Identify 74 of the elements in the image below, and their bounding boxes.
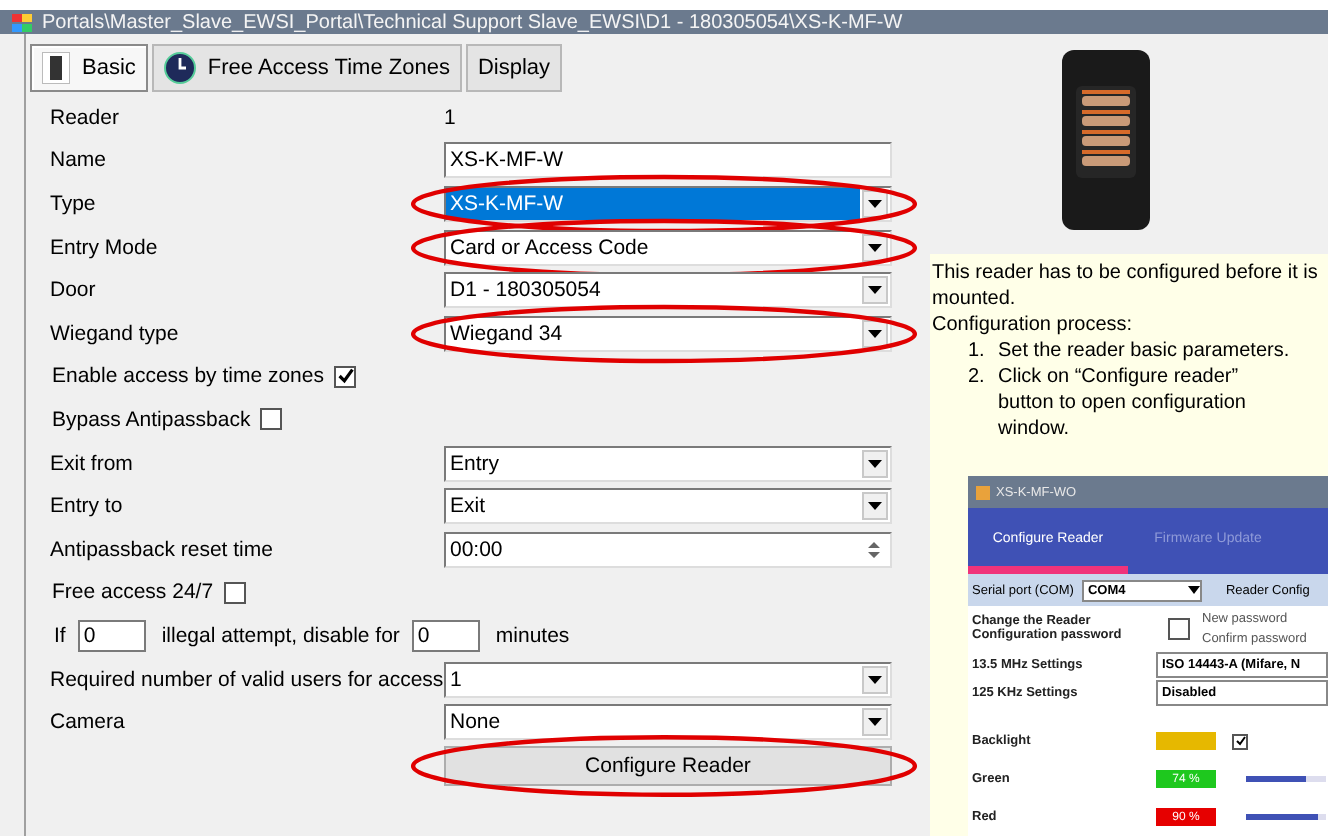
field-label: Entry Mode <box>50 235 160 260</box>
field-label: illegal attempt, disable for <box>161 623 400 648</box>
caret-icon <box>868 718 882 727</box>
dropdown-button[interactable] <box>862 276 888 305</box>
tab[interactable]: Display <box>465 44 563 92</box>
time-field[interactable]: 00:00 <box>444 531 892 568</box>
dropdown-button[interactable] <box>862 449 888 478</box>
clock-icon <box>163 52 196 84</box>
dropdown-field[interactable]: Wiegand 34 <box>444 315 892 352</box>
checkbox-label: Bypass Antipassback <box>52 407 251 432</box>
reader-number: 1 <box>444 105 456 130</box>
dropdown-field[interactable]: None <box>444 704 892 741</box>
field-label: Door <box>50 278 98 303</box>
field-label: minutes <box>495 623 570 648</box>
minutes-field[interactable]: 0 <box>411 619 480 652</box>
step-number: 2. <box>968 364 987 392</box>
field-label: Reader <box>50 105 121 130</box>
field-label: Antipassback reset time <box>50 537 275 562</box>
dropdown-value: Card or Access Code <box>448 233 651 264</box>
spinner-icon[interactable] <box>864 537 884 562</box>
configure-reader-button[interactable]: Configure Reader <box>444 745 892 786</box>
dropdown-field[interactable]: XS-K-MF-W <box>444 185 892 222</box>
dropdown-field[interactable]: Entry <box>444 445 892 482</box>
dropdown-button[interactable] <box>862 708 888 737</box>
tab[interactable]: Free Access Time Zones <box>151 44 462 92</box>
app-icon <box>12 13 32 32</box>
name-field[interactable]: XS-K-MF-W <box>444 142 892 179</box>
field-label: Camera <box>50 710 127 735</box>
checkbox[interactable] <box>260 408 283 431</box>
field-label: Exit from <box>50 451 135 476</box>
dropdown-value: Wiegand 34 <box>448 319 565 350</box>
help-text: This reader has to be configured before it is mounted. <box>932 260 1320 312</box>
dropdown-value: D1 - 180305054 <box>448 276 603 307</box>
checkbox-label: Free access 24/7 <box>52 580 214 605</box>
checkbox[interactable] <box>334 365 356 388</box>
caret-icon <box>868 286 882 295</box>
dropdown-field[interactable]: Card or Access Code <box>444 229 892 266</box>
caret-icon <box>868 502 882 511</box>
caret-icon <box>868 675 882 684</box>
field-label: Required number of valid users for access <box>50 667 444 692</box>
field-label: Type <box>50 191 98 216</box>
dropdown-field[interactable]: D1 - 180305054 <box>444 272 892 309</box>
field-label: If <box>54 623 66 648</box>
dropdown-value: XS-K-MF-W <box>446 187 860 220</box>
card-reader-icon <box>42 52 70 84</box>
caret-icon <box>868 243 882 252</box>
dropdown-button[interactable] <box>862 665 888 694</box>
tab[interactable]: Basic <box>30 44 148 92</box>
window-title: Portals\Master_Slave_EWSI_Portal\Technical Support Slave_EWSI\D1 - 180305054\XS-K-MF-W <box>42 11 903 34</box>
step-text: Set the reader basic parameters. <box>998 338 1292 364</box>
field-label: Name <box>50 148 109 173</box>
checkbox-label: Enable access by time zones <box>52 364 324 389</box>
caret-icon <box>868 459 882 468</box>
app-icon <box>976 485 990 499</box>
field-label: Wiegand type <box>50 321 181 346</box>
step-text: Click on “Configure reader” button to open configuration window. <box>998 364 1248 442</box>
dropdown-value: Exit <box>448 492 488 523</box>
checkbox[interactable] <box>1168 617 1190 639</box>
caret-icon <box>1187 586 1200 594</box>
checkbox[interactable] <box>223 581 246 604</box>
field-label: Entry to <box>50 494 125 519</box>
dropdown-value: 1 <box>448 665 464 696</box>
dropdown-field[interactable]: Exit <box>444 488 892 525</box>
step-number: 1. <box>968 338 987 364</box>
caret-icon <box>868 199 882 208</box>
dropdown-button[interactable] <box>862 492 888 521</box>
caret-icon <box>868 329 882 338</box>
help-heading: Configuration process: <box>932 312 1135 338</box>
attempts-field[interactable]: 0 <box>77 619 146 652</box>
checkbox[interactable] <box>1232 733 1248 749</box>
dropdown-value: Entry <box>448 449 502 480</box>
dropdown-value: None <box>448 708 503 739</box>
slider-track[interactable] <box>1246 776 1326 782</box>
dropdown-field[interactable]: 1 <box>444 661 892 698</box>
